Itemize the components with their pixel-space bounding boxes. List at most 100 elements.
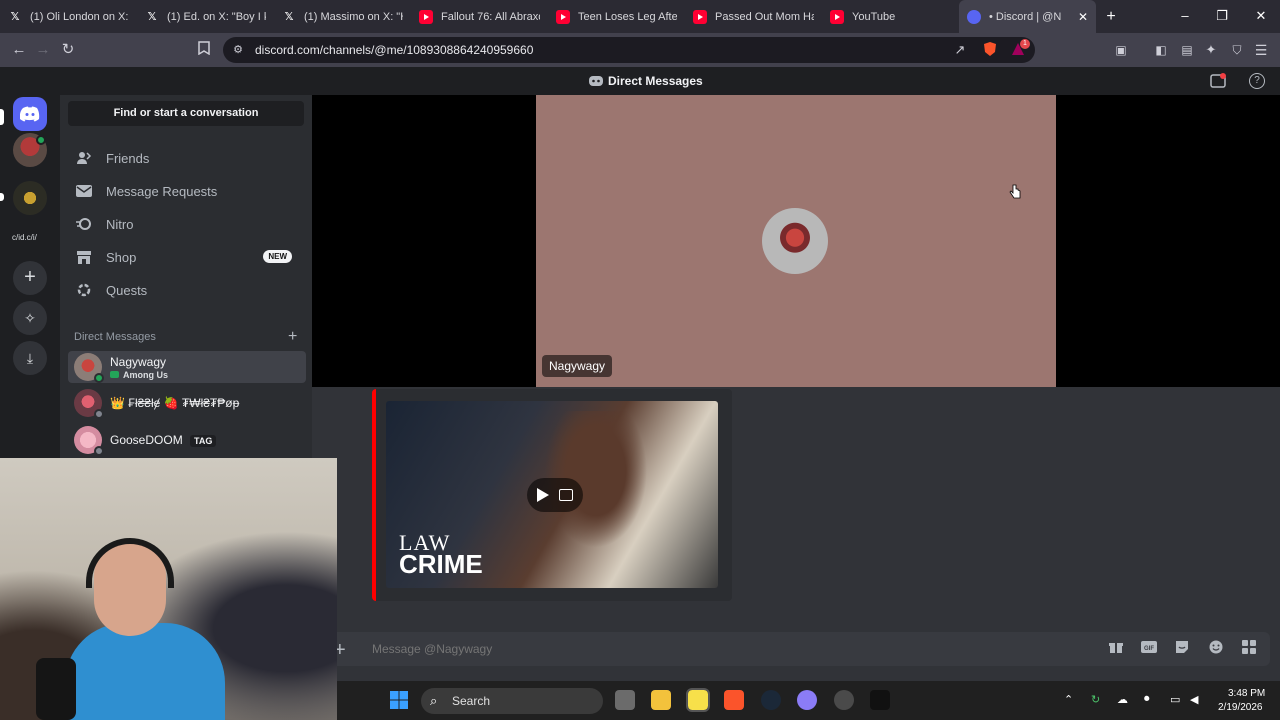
browser-tab[interactable]: Passed Out Mom Has (685, 0, 822, 33)
restore-icon[interactable]: ❐ (1215, 8, 1229, 24)
browser-toolbar: ← → ↻ ⚙ discord.com/channels/@me/1089308… (0, 33, 1280, 67)
capcut-icon[interactable] (870, 690, 890, 710)
emoji-icon[interactable] (1207, 640, 1225, 658)
tab-title: Fallout 76: All Abraxo (441, 10, 540, 23)
nav-quests[interactable]: Quests (68, 275, 304, 305)
obs-icon[interactable] (834, 690, 854, 710)
webcam-person-shirt (65, 623, 225, 720)
clan-tag: TAG (190, 435, 217, 447)
browser-tab[interactable]: YouTube (822, 0, 959, 33)
tray-expand-icon[interactable]: ⌃ (1064, 693, 1073, 706)
bookmark-icon[interactable] (195, 41, 213, 59)
browser-tab[interactable]: 𝕏 (1) Oli London on X: " (0, 0, 137, 33)
share-icon[interactable]: ↗ (951, 41, 969, 59)
open-external-icon (559, 489, 573, 501)
add-server-icon[interactable]: + (13, 261, 47, 295)
vpn-icon[interactable]: ⛉ (1228, 41, 1246, 59)
tab-title: • Discord | @N (989, 10, 1062, 23)
reload-icon[interactable]: ↻ (59, 41, 77, 59)
tray-cloud-icon[interactable]: ☁ (1117, 693, 1128, 706)
discord-title-bar: Direct Messages ? (0, 67, 1280, 95)
nav-label: Quests (106, 282, 148, 298)
svg-text:GIF: GIF (1144, 646, 1154, 652)
dm-name: 👑 ₣ł₴₴łɇ 🍓 ₮₩ł₴₮₱øᵽ (110, 396, 240, 410)
discord-home-icon[interactable] (13, 97, 47, 131)
play-button[interactable] (527, 478, 583, 512)
create-dm-icon[interactable]: + (288, 328, 297, 346)
browser-tab[interactable]: 𝕏 (1) Massimo on X: "Hy (274, 0, 411, 33)
nav-message-requests[interactable]: Message Requests (68, 176, 304, 206)
nav-label: Message Requests (106, 183, 218, 199)
sticky-notes-icon[interactable] (686, 688, 710, 712)
tray-network-icon[interactable]: ▭ (1170, 693, 1180, 706)
dm-activity-text: Among Us (123, 370, 168, 380)
explore-icon[interactable]: ✧ (13, 301, 47, 335)
browser-tab[interactable]: 𝕏 (1) Ed. on X: "Boy I kn (137, 0, 274, 33)
shop-icon (74, 247, 94, 267)
server-label[interactable]: c/id.c/i/ (12, 233, 37, 242)
notification-badge: 1 (1020, 39, 1030, 49)
task-view-icon[interactable] (615, 690, 635, 710)
search-icon: ⌕ (430, 693, 438, 708)
x-logo-icon: 𝕏 (147, 11, 157, 23)
tab-title: (1) Oli London on X: " (30, 10, 129, 23)
messenger-icon[interactable] (797, 690, 817, 710)
gift-icon[interactable] (1107, 640, 1125, 658)
tab-title: Teen Loses Leg After (578, 10, 677, 23)
reader-mode-icon[interactable]: ▣ (1112, 41, 1130, 59)
new-badge: NEW (263, 250, 292, 263)
download-icon[interactable]: ⤓ (13, 341, 47, 375)
site-settings-icon[interactable]: ⚙ (229, 41, 247, 59)
nav-nitro[interactable]: Nitro (68, 209, 304, 239)
tray-volume-icon[interactable]: ◀ (1190, 693, 1198, 706)
status-dot (36, 135, 46, 145)
browser-tab-active[interactable]: • Discord | @N ✕ (959, 0, 1096, 33)
selected-indicator (0, 109, 4, 125)
forward-icon[interactable]: → (34, 41, 52, 59)
browser-tab-bar: 𝕏 (1) Oli London on X: " 𝕏 (1) Ed. on X:… (0, 0, 1280, 33)
leo-ai-icon[interactable]: ✦ (1202, 41, 1220, 59)
new-tab-button[interactable]: + (1096, 8, 1126, 26)
minimize-icon[interactable]: – (1178, 8, 1192, 24)
brave-shield-icon[interactable] (981, 41, 999, 59)
close-tab-icon[interactable]: ✕ (1078, 10, 1088, 24)
windows-start-icon[interactable] (390, 691, 408, 709)
webcam-overlay (0, 458, 337, 720)
sticker-icon[interactable] (1173, 640, 1191, 658)
taskbar-time[interactable]: 3:48 PM (1228, 688, 1265, 699)
tray-sync-icon[interactable]: ↻ (1091, 693, 1100, 706)
help-icon[interactable]: ? (1249, 73, 1265, 89)
browser-tab[interactable]: Teen Loses Leg After (548, 0, 685, 33)
message-input[interactable] (372, 642, 972, 656)
sidebar-toggle-icon[interactable]: ◧ (1152, 41, 1170, 59)
address-bar[interactable]: ⚙ discord.com/channels/@me/1089308864240… (223, 37, 1035, 63)
dm-name-text: GooseDOOM (110, 433, 183, 447)
mail-icon (74, 181, 94, 201)
inbox-icon[interactable] (1210, 73, 1226, 89)
dm-item[interactable]: 👑 ₣ł₴₴łɇ 🍓 ₮₩ł₴₮₱øᵽ (68, 387, 306, 419)
browser-tab[interactable]: Fallout 76: All Abraxo (411, 0, 548, 33)
menu-icon[interactable]: ☰ (1252, 41, 1270, 59)
wallet-icon[interactable]: ▤ (1178, 41, 1196, 59)
nav-label: Nitro (106, 216, 134, 232)
brave-browser-icon[interactable] (724, 690, 744, 710)
file-explorer-icon[interactable] (651, 690, 671, 710)
nav-friends[interactable]: Friends (68, 143, 304, 173)
tab-title: Passed Out Mom Has (715, 10, 814, 23)
taskbar-search[interactable] (421, 688, 603, 714)
steam-icon[interactable] (761, 690, 781, 710)
find-conversation-button[interactable]: Find or start a conversation (68, 101, 304, 126)
dm-section-header: Direct Messages (74, 331, 156, 343)
server-icon[interactable] (13, 181, 47, 215)
apps-icon[interactable] (1240, 640, 1258, 658)
gif-icon[interactable]: GIF (1140, 640, 1158, 658)
nav-shop[interactable]: Shop NEW (68, 242, 304, 272)
back-icon[interactable]: ← (10, 41, 28, 59)
taskbar-date[interactable]: 2/19/2026 (1218, 702, 1263, 713)
dm-item[interactable]: GooseDOOM TAG (68, 424, 306, 456)
game-icon (110, 371, 119, 378)
participant-avatar (762, 208, 828, 274)
window-close-icon[interactable]: ✕ (1254, 8, 1268, 24)
tray-mic-icon[interactable]: ⏺ (1144, 693, 1150, 706)
dm-item[interactable]: Nagywagy Among Us (68, 351, 306, 383)
